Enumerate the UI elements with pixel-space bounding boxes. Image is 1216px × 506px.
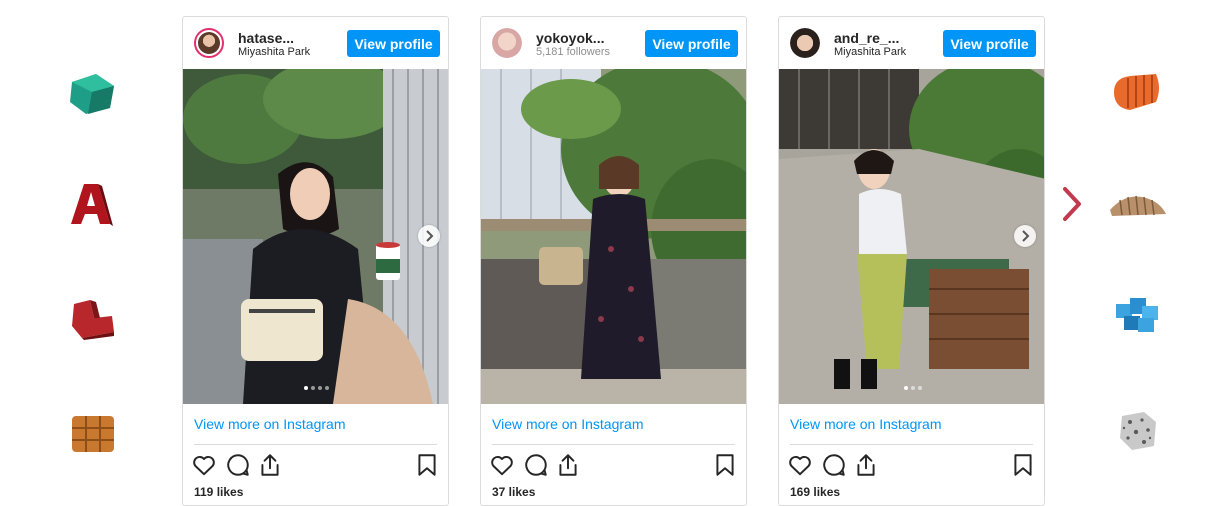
divider: [492, 444, 735, 445]
follower-count: 5,181 followers: [536, 46, 610, 58]
location[interactable]: Miyashita Park: [834, 46, 906, 58]
post-photo[interactable]: [481, 69, 746, 404]
photo-next-button[interactable]: [1014, 225, 1036, 247]
teal-cube-icon: [66, 70, 118, 121]
view-profile-button[interactable]: View profile: [347, 30, 440, 57]
comment-icon[interactable]: [523, 452, 549, 478]
post-actions: [787, 452, 1036, 478]
heart-icon[interactable]: [787, 452, 813, 478]
carousel-next-arrow[interactable]: [1060, 186, 1084, 222]
blue-block-cluster-icon: [1112, 294, 1164, 343]
post-actions: [489, 452, 738, 478]
post-actions: [191, 452, 440, 478]
share-icon[interactable]: [555, 452, 581, 478]
view-profile-button[interactable]: View profile: [943, 30, 1036, 57]
divider: [790, 444, 1033, 445]
comment-icon[interactable]: [821, 452, 847, 478]
view-more-link[interactable]: View more on Instagram: [790, 416, 941, 432]
grey-rock-icon: [1114, 408, 1162, 459]
location[interactable]: Miyashita Park: [238, 46, 310, 58]
view-profile-button[interactable]: View profile: [645, 30, 738, 57]
avatar[interactable]: [194, 28, 224, 58]
avatar[interactable]: [790, 28, 820, 58]
post-header: and_re_... Miyashita Park View profile: [779, 17, 1044, 70]
avatar[interactable]: [492, 28, 522, 58]
comment-icon[interactable]: [225, 452, 251, 478]
red-block-icon: [68, 296, 118, 347]
view-more-link[interactable]: View more on Instagram: [492, 416, 643, 432]
instagram-post-card: hatase... Miyashita Park View profile Vi…: [182, 16, 449, 506]
username[interactable]: hatase...: [238, 30, 294, 46]
share-icon[interactable]: [257, 452, 283, 478]
post-photo[interactable]: [183, 69, 448, 404]
view-more-link[interactable]: View more on Instagram: [194, 416, 345, 432]
username[interactable]: yokoyok...: [536, 30, 604, 46]
heart-icon[interactable]: [191, 452, 217, 478]
bookmark-icon[interactable]: [712, 452, 738, 478]
carousel-indicator: [183, 384, 448, 390]
post-header: yokoyok... 5,181 followers View profile: [481, 17, 746, 70]
post-photo[interactable]: [779, 69, 1044, 404]
share-icon[interactable]: [853, 452, 879, 478]
instagram-post-card: and_re_... Miyashita Park View profile V…: [778, 16, 1045, 506]
carousel-indicator: [779, 384, 1044, 390]
post-header: hatase... Miyashita Park View profile: [183, 17, 448, 70]
red-letter-a-icon: [68, 180, 114, 235]
likes-count[interactable]: 169 likes: [790, 485, 840, 499]
photo-next-button[interactable]: [418, 225, 440, 247]
orange-grid-cube-icon: [68, 410, 118, 461]
likes-count[interactable]: 119 likes: [194, 485, 243, 499]
chevron-right-icon: [1063, 187, 1081, 221]
chevron-right-icon: [1022, 230, 1030, 242]
likes-count[interactable]: 37 likes: [492, 485, 535, 499]
bookmark-icon[interactable]: [414, 452, 440, 478]
bookmark-icon[interactable]: [1010, 452, 1036, 478]
instagram-post-card: yokoyok... 5,181 followers View profile: [480, 16, 747, 506]
divider: [194, 444, 437, 445]
tan-ribbed-shape-icon: [1106, 188, 1168, 233]
chevron-right-icon: [426, 230, 434, 242]
orange-ribbed-shape-icon: [1108, 70, 1164, 121]
heart-icon[interactable]: [489, 452, 515, 478]
username[interactable]: and_re_...: [834, 30, 899, 46]
